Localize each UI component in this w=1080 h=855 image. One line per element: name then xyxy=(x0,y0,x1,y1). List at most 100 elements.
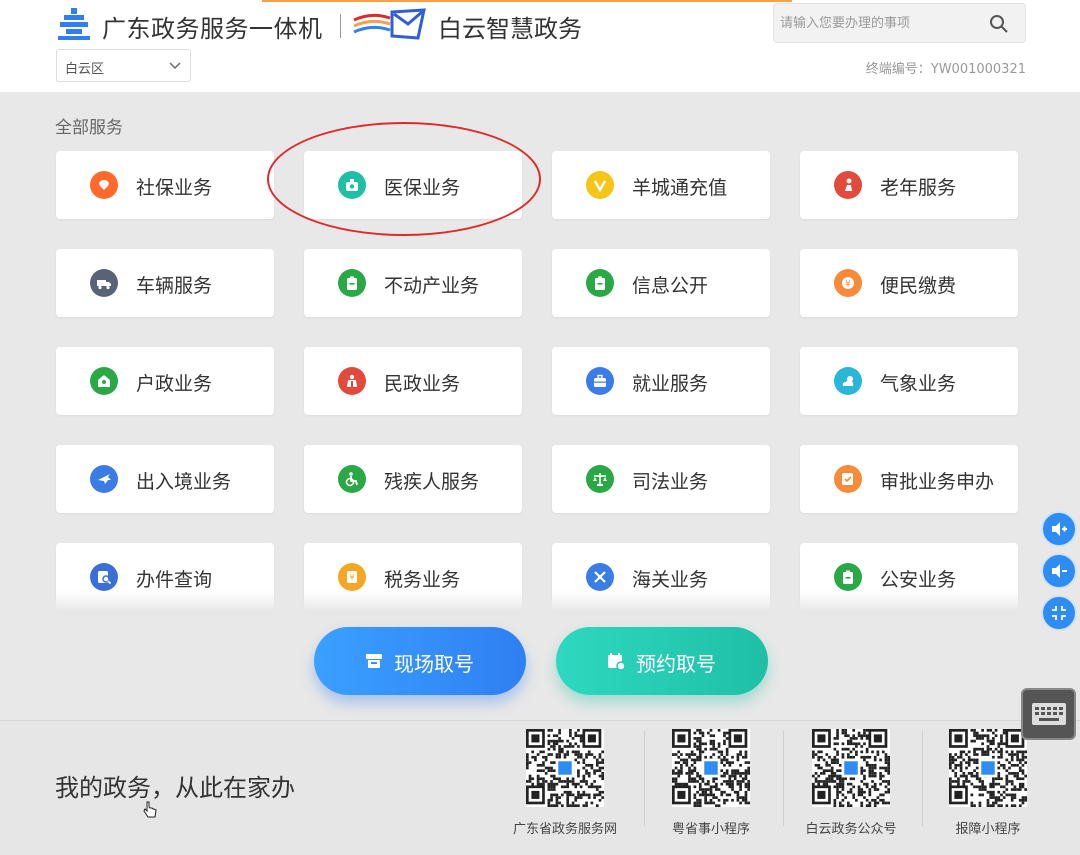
payment-icon: ¥ xyxy=(834,269,862,297)
service-tile-label: 气象业务 xyxy=(880,373,957,395)
service-tile[interactable]: 气象业务 xyxy=(800,347,1018,415)
briefcase-icon xyxy=(586,367,614,395)
service-tile-label: 办件查询 xyxy=(136,569,213,591)
tax-icon: ¥ xyxy=(338,563,366,591)
top-accent-line xyxy=(262,0,792,2)
footer: 我的政务，从此在家办 广东省政务服务网 粤省事小程序 白云政务公众号 报障小程序 xyxy=(0,720,1080,855)
service-tile-label: 司法业务 xyxy=(632,471,709,493)
clipboard-icon xyxy=(338,269,366,297)
service-tile[interactable]: 户政业务 xyxy=(56,347,274,415)
district-select-value: 白云区 xyxy=(65,62,105,77)
shebao-icon xyxy=(90,171,118,199)
service-tile[interactable]: 不动产业务 xyxy=(304,249,522,317)
service-tile-label: 医保业务 xyxy=(384,177,461,199)
service-tile[interactable]: 审批业务申办 xyxy=(800,445,1018,513)
guangdong-logo-icon xyxy=(58,8,90,40)
search-box[interactable] xyxy=(773,3,1026,43)
keyboard-icon xyxy=(1032,703,1066,725)
service-tile-label: 老年服务 xyxy=(880,177,957,199)
onsite-ticket-label: 现场取号 xyxy=(394,652,474,676)
elderly-icon xyxy=(834,171,862,199)
service-tile[interactable]: 司法业务 xyxy=(552,445,770,513)
service-tile[interactable]: 信息公开 xyxy=(552,249,770,317)
airplane-icon xyxy=(90,465,118,493)
app-title: 广东政务服务一体机 xyxy=(102,15,323,43)
qr-divider xyxy=(922,731,923,826)
grid-fade-overlay xyxy=(0,590,1040,612)
service-tile[interactable]: 老年服务 xyxy=(800,151,1018,219)
scales-icon xyxy=(586,465,614,493)
clipboard-icon xyxy=(586,269,614,297)
service-tile-label: 就业服务 xyxy=(632,373,709,395)
approval-icon xyxy=(834,465,862,493)
service-tile[interactable]: 残疾人服务 xyxy=(304,445,522,513)
district-title: 白云智慧政务 xyxy=(438,15,582,43)
qr-divider xyxy=(644,731,645,826)
collapse-icon xyxy=(1052,606,1066,620)
service-tile-label: 车辆服务 xyxy=(136,275,213,297)
qr-code-image xyxy=(672,729,750,807)
qr-code-image xyxy=(949,729,1027,807)
service-tile-label: 海关业务 xyxy=(632,569,709,591)
hand-cursor-icon xyxy=(143,801,157,818)
terminal-id: 终端编号：YW001000321 xyxy=(865,62,1026,77)
yangchengtong-icon xyxy=(586,171,614,199)
service-tile-label: 信息公开 xyxy=(632,275,709,297)
qr-code-caption: 广东省政务服务网 xyxy=(512,822,617,837)
vehicle-icon xyxy=(90,269,118,297)
district-select[interactable]: 白云区 xyxy=(56,49,191,82)
qr-code-image xyxy=(526,729,604,807)
volume-down-icon xyxy=(1052,564,1067,578)
appointment-ticket-label: 预约取号 xyxy=(636,652,716,676)
appointment-ticket-button[interactable]: 预约取号 xyxy=(556,627,768,695)
service-tile-label: 审批业务申办 xyxy=(880,471,995,493)
query-icon xyxy=(90,563,118,591)
service-tile[interactable]: 民政业务 xyxy=(304,347,522,415)
service-tile-label: 残疾人服务 xyxy=(384,471,480,493)
service-tile-label: 羊城通充值 xyxy=(632,177,728,199)
onsite-ticket-button[interactable]: 现场取号 xyxy=(314,627,526,695)
volume-up-button[interactable] xyxy=(1041,511,1077,547)
collapse-button[interactable] xyxy=(1041,595,1077,631)
service-tile[interactable]: 社保业务 xyxy=(56,151,274,219)
qr-divider xyxy=(783,731,784,826)
section-title: 全部服务 xyxy=(55,118,123,138)
volume-up-icon xyxy=(1052,522,1067,536)
service-tile-label: 出入境业务 xyxy=(136,471,232,493)
service-tile-label: 民政业务 xyxy=(384,373,461,395)
svg-text:¥: ¥ xyxy=(845,280,851,290)
search-icon[interactable] xyxy=(989,14,1009,34)
service-tile-label: 户政业务 xyxy=(136,373,213,395)
service-tile-label: 社保业务 xyxy=(136,177,213,199)
qr-code-caption: 粤省事小程序 xyxy=(671,822,750,837)
service-tile[interactable]: 出入境业务 xyxy=(56,445,274,513)
qr-code-caption: 报障小程序 xyxy=(955,822,1021,837)
calendar-icon xyxy=(608,653,626,671)
volume-down-button[interactable] xyxy=(1041,553,1077,589)
baiyun-logo-icon xyxy=(353,8,426,40)
customs-icon xyxy=(586,563,614,591)
service-tile[interactable]: 羊城通充值 xyxy=(552,151,770,219)
service-tile-label: 公安业务 xyxy=(880,569,957,591)
service-tile[interactable]: 就业服务 xyxy=(552,347,770,415)
keyboard-button[interactable] xyxy=(1021,688,1076,740)
wheelchair-icon xyxy=(338,465,366,493)
civil-affairs-icon xyxy=(338,367,366,395)
qr-code-caption: 白云政务公众号 xyxy=(805,822,897,837)
police-icon xyxy=(834,563,862,591)
slogan: 我的政务，从此在家办 xyxy=(55,774,295,802)
service-tile-label: 税务业务 xyxy=(384,569,461,591)
service-tile-label: 便民缴费 xyxy=(880,275,957,297)
svg-text:¥: ¥ xyxy=(349,573,354,582)
service-tile[interactable]: 医保业务 xyxy=(304,151,522,219)
service-tile[interactable]: 车辆服务 xyxy=(56,249,274,317)
search-input[interactable] xyxy=(780,12,980,34)
ticket-icon xyxy=(366,654,382,668)
service-tile[interactable]: ¥ 便民缴费 xyxy=(800,249,1018,317)
top-bar: 广东政务服务一体机 白云智慧政务 白云区 终端编号：YW001000321 xyxy=(0,0,1080,92)
qr-code-image xyxy=(812,729,890,807)
service-tile-label: 不动产业务 xyxy=(384,275,480,297)
weather-icon xyxy=(834,367,862,395)
title-divider xyxy=(340,14,341,38)
yibao-icon xyxy=(338,171,366,199)
